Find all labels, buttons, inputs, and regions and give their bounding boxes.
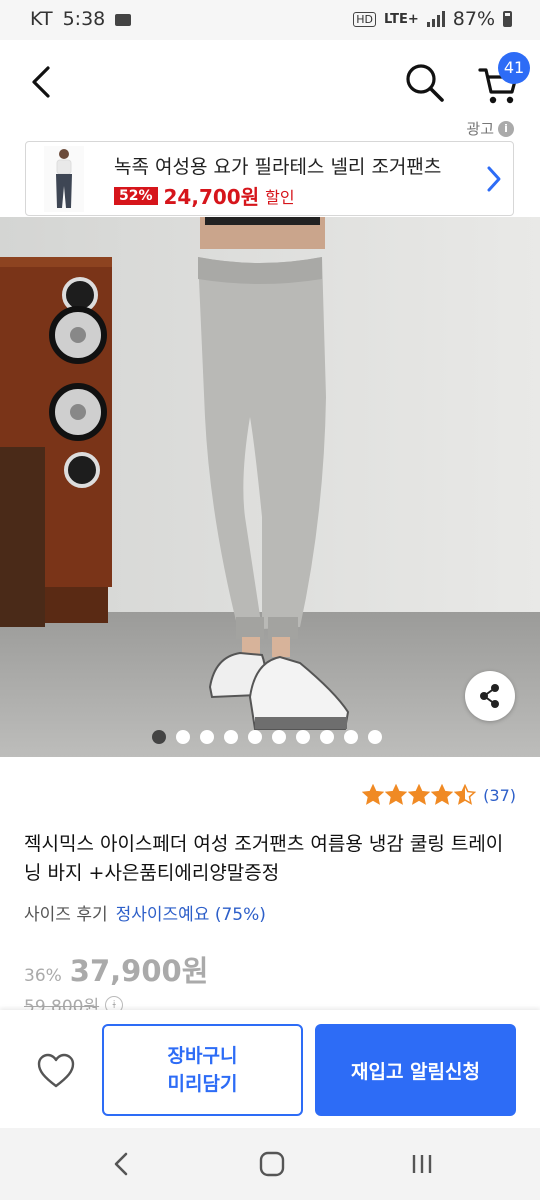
ad-label: 광고 i (466, 118, 514, 139)
size-review[interactable]: 사이즈 후기 정사이즈예요 (75%) (24, 900, 266, 925)
status-bar: KT 5:38 HD LTE+ 87% (0, 0, 540, 40)
product-image[interactable] (0, 217, 540, 757)
network-type: LTE+ (383, 11, 419, 27)
gallery-dot[interactable] (272, 730, 286, 744)
clock: 5:38 (62, 8, 106, 30)
ad-discount-badge: 52% (114, 186, 158, 205)
gallery-pagination (152, 730, 382, 744)
gallery-dot[interactable] (176, 730, 190, 744)
product-title: 젝시믹스 아이스페더 여성 조거팬츠 여름용 냉감 쿨링 트레이닝 바지 +사은… (24, 833, 504, 884)
home-icon[interactable] (258, 1150, 286, 1178)
ad-price: 24,700원 (163, 185, 260, 209)
share-icon (480, 684, 499, 708)
nav-back-icon[interactable] (108, 1150, 136, 1178)
gallery-dot[interactable] (296, 730, 310, 744)
info-icon[interactable]: i (498, 120, 514, 137)
add-to-cart-label-1: 장바구니 (167, 1045, 238, 1067)
gallery-dot[interactable] (344, 730, 358, 744)
star-rating (362, 784, 477, 806)
share-button[interactable] (465, 671, 515, 721)
battery-icon (503, 11, 512, 27)
ad-thumbnail (44, 146, 84, 212)
star-icon (454, 784, 477, 805)
size-review-value[interactable]: 정사이즈예요 (75%) (116, 900, 266, 925)
cart-count-badge: 41 (498, 52, 530, 84)
sale-price: 37,900원 (69, 954, 209, 988)
gallery-dot[interactable] (248, 730, 262, 744)
carrier-label: KT (30, 8, 53, 30)
star-icon (385, 784, 408, 805)
heart-icon[interactable] (36, 1052, 76, 1090)
app-header: 41 (0, 40, 540, 130)
recent-apps-icon[interactable] (408, 1150, 436, 1178)
gallery-dot[interactable] (320, 730, 334, 744)
back-arrow-icon[interactable] (26, 62, 58, 102)
gallery-dot[interactable] (368, 730, 382, 744)
folder-icon (115, 14, 132, 26)
gallery-dot[interactable] (224, 730, 238, 744)
ad-title: 녹족 여성용 요가 필라테스 넬리 조거팬츠 (114, 156, 442, 178)
star-icon (362, 784, 385, 805)
bottom-action-bar: 장바구니 미리담기 재입고 알림신청 (0, 1010, 540, 1128)
add-to-cart-button[interactable]: 장바구니 미리담기 (102, 1024, 303, 1116)
add-to-cart-label-2: 미리담기 (167, 1073, 238, 1095)
system-nav-bar (0, 1128, 540, 1200)
star-icon (408, 784, 431, 805)
star-icon (431, 784, 454, 805)
size-review-label: 사이즈 후기 (24, 905, 108, 925)
rating-summary[interactable]: (37) (362, 784, 516, 806)
product-photo-illustration (0, 217, 540, 757)
restock-alert-button[interactable]: 재입고 알림신청 (315, 1024, 516, 1116)
price-row: 36% 37,900원 (24, 948, 208, 990)
gallery-dot[interactable] (200, 730, 214, 744)
gallery-dot[interactable] (152, 730, 166, 744)
battery-percent: 87% (452, 8, 495, 30)
chevron-right-icon (487, 166, 501, 192)
ad-banner[interactable]: 녹족 여성용 요가 필라테스 넬리 조거팬츠 52% 24,700원 할인 (25, 141, 514, 216)
ad-label-text: 광고 (466, 120, 494, 138)
hd-voice-badge: HD (353, 11, 376, 27)
signal-icon (426, 11, 445, 27)
discount-rate: 36% (24, 966, 62, 986)
search-icon[interactable] (404, 62, 446, 104)
ad-sale-label: 할인 (265, 187, 295, 207)
ad-price-row: 52% 24,700원 할인 (114, 181, 295, 210)
review-count[interactable]: (37) (483, 786, 516, 805)
